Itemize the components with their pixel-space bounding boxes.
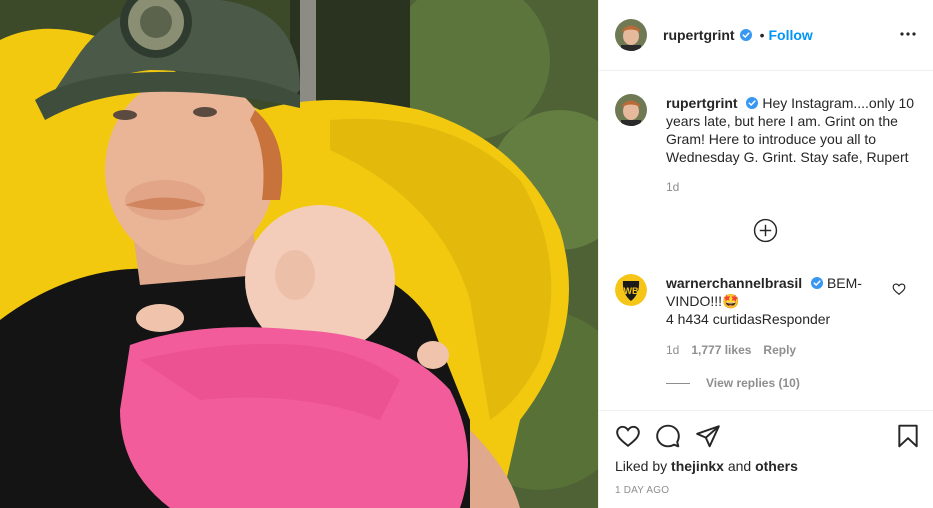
post-actions: Liked by thejinkx and others 1 DAY AGO <box>599 410 933 508</box>
comment-text-line1: BEM- <box>826 275 862 291</box>
view-replies-button[interactable]: View replies (10) <box>666 376 800 390</box>
caption-body: rupertgrint Hey Instagram....only 10 yea… <box>666 94 915 166</box>
liked-by-line: Liked by thejinkx and others <box>615 458 798 474</box>
post-photo[interactable] <box>0 0 598 508</box>
post-side-panel: rupertgrint • Follow rupertgrint Hey Ins… <box>598 0 933 508</box>
caption-author-avatar[interactable] <box>615 94 647 126</box>
post-caption: rupertgrint Hey Instagram....only 10 yea… <box>615 94 915 194</box>
comment-like-heart-icon[interactable] <box>892 282 906 296</box>
comment-likes-count[interactable]: 1,777 likes <box>691 343 751 357</box>
load-more-comments-icon[interactable] <box>753 218 778 243</box>
post-header: rupertgrint • Follow <box>599 0 933 71</box>
bookmark-icon[interactable] <box>895 423 921 449</box>
svg-text:WB: WB <box>624 286 639 296</box>
comment-text-line2: VINDO!!!🤩 <box>666 293 740 309</box>
verified-badge-icon <box>746 97 759 109</box>
author-username[interactable]: rupertgrint <box>663 27 735 43</box>
comment-text-line3: 4 h434 curtidasResponder <box>666 311 831 327</box>
liked-by-user[interactable]: thejinkx <box>671 458 724 474</box>
comment-meta: 1d 1,777 likes Reply <box>666 343 796 357</box>
post-age[interactable]: 1 DAY AGO <box>615 485 669 496</box>
view-replies-divider <box>666 382 690 384</box>
liked-by-and: and <box>727 458 752 474</box>
commenter-username[interactable]: warnerchannelbrasil <box>666 275 802 291</box>
view-replies-label: View replies (10) <box>706 376 800 390</box>
commenter-avatar[interactable]: WB <box>615 274 647 306</box>
caption-timestamp[interactable]: 1d <box>666 180 679 194</box>
more-options-icon[interactable] <box>898 24 918 44</box>
comment-timestamp[interactable]: 1d <box>666 343 679 357</box>
heart-icon[interactable] <box>615 423 641 449</box>
verified-badge-icon <box>739 29 752 41</box>
reply-button[interactable]: Reply <box>763 343 796 357</box>
separator-dot: • <box>759 27 765 43</box>
verified-badge-icon <box>811 277 824 289</box>
comment-body: warnerchannelbrasil BEM- VINDO!!!🤩 4 h43… <box>666 274 876 328</box>
comment-item: WB warnerchannelbrasil BEM- VINDO!!!🤩 4 … <box>615 274 915 390</box>
post-photo-illustration <box>0 0 598 508</box>
follow-button[interactable]: Follow <box>768 27 812 43</box>
caption-username[interactable]: rupertgrint <box>666 95 738 111</box>
liked-by-others[interactable]: others <box>755 458 798 474</box>
author-avatar[interactable] <box>615 19 647 51</box>
share-icon[interactable] <box>695 423 721 449</box>
liked-by-prefix: Liked by <box>615 458 668 474</box>
comment-icon[interactable] <box>655 423 681 449</box>
